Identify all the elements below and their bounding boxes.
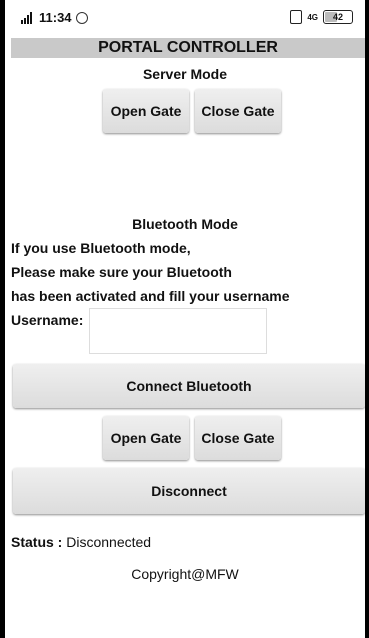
battery-icon: 42 <box>323 10 353 24</box>
connect-bluetooth-button[interactable]: Connect Bluetooth <box>13 364 365 408</box>
instruction-line-3: has been activated and fill your usernam… <box>11 288 290 304</box>
bluetooth-mode-heading: Bluetooth Mode <box>132 216 238 232</box>
battery-percent: 42 <box>332 12 343 22</box>
app-screen: 11:34 4G 42 PORTAL CONTROLLER Server Mod… <box>5 0 365 638</box>
bluetooth-open-gate-button[interactable]: Open Gate <box>103 416 189 460</box>
status-bar: 11:34 4G 42 <box>5 0 365 34</box>
disconnect-button[interactable]: Disconnect <box>13 468 365 514</box>
status-bar-left: 11:34 <box>21 10 88 25</box>
username-input[interactable] <box>89 308 267 354</box>
status-line: Status : Disconnected <box>11 534 151 550</box>
instruction-line-1: If you use Bluetooth mode, <box>11 240 191 256</box>
bluetooth-close-gate-button[interactable]: Close Gate <box>195 416 281 460</box>
network-type: 4G <box>307 12 318 22</box>
status-label: Status : <box>11 534 63 550</box>
vibrate-icon <box>290 10 303 24</box>
copyright-text: Copyright@MFW <box>131 566 239 582</box>
clock: 11:34 <box>39 10 72 25</box>
server-close-gate-button[interactable]: Close Gate <box>195 89 281 133</box>
signal-icon <box>21 11 35 24</box>
whatsapp-icon <box>75 11 88 24</box>
server-mode-heading: Server Mode <box>142 66 228 82</box>
server-open-gate-button[interactable]: Open Gate <box>103 89 189 133</box>
app-title: PORTAL CONTROLLER <box>11 38 365 58</box>
status-value: Disconnected <box>66 534 152 550</box>
instruction-line-2: Please make sure your Bluetooth <box>11 264 232 280</box>
status-bar-right: 4G 42 <box>290 10 353 24</box>
username-label: Username: <box>11 312 84 328</box>
